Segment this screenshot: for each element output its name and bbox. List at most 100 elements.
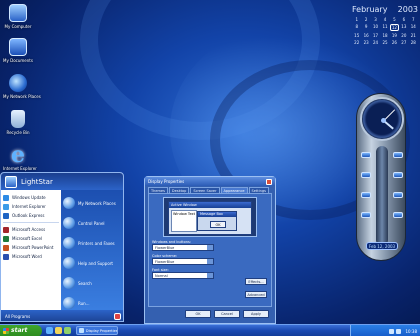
start-item-search[interactable]: Search xyxy=(63,273,123,293)
start-item-network-places[interactable]: My Network Places xyxy=(63,193,123,213)
access-icon xyxy=(3,226,9,233)
dialog-title-bar[interactable]: Display Properties xyxy=(145,177,275,186)
windows-buttons-select[interactable]: FlowerBlue xyxy=(152,244,214,251)
start-button[interactable]: start xyxy=(0,324,42,336)
folder-icon[interactable] xyxy=(55,327,62,334)
calendar-day[interactable]: 15 xyxy=(352,33,361,38)
gadget-tube xyxy=(376,146,388,246)
preview-message-box: Message Box OK xyxy=(197,211,237,231)
all-programs-button[interactable]: All Programs xyxy=(5,314,30,319)
preview-window-title: Active Window xyxy=(169,202,251,208)
gadget-button[interactable] xyxy=(361,192,371,198)
color-scheme-select[interactable]: FlowerBlue xyxy=(152,258,214,265)
chevron-down-icon xyxy=(207,245,213,250)
calendar-day[interactable]: 14 xyxy=(409,24,418,31)
clock-gadget[interactable]: Feb 12, 2003 xyxy=(356,93,406,261)
calendar-day[interactable]: 28 xyxy=(409,40,418,45)
calendar-day[interactable]: 9 xyxy=(361,24,370,31)
start-item-outlook-express[interactable]: Outlook Express xyxy=(3,211,59,220)
calendar-day[interactable]: 23 xyxy=(361,40,370,45)
start-item-windows-update[interactable]: Windows Update xyxy=(3,193,59,202)
calendar-day[interactable]: 24 xyxy=(371,40,380,45)
close-icon[interactable] xyxy=(266,178,272,185)
color-scheme-field: Color scheme: FlowerBlue xyxy=(152,254,268,265)
calendar-day[interactable]: 27 xyxy=(399,40,408,45)
chevron-down-icon xyxy=(207,273,213,278)
calendar-day[interactable]: 3 xyxy=(371,17,380,22)
calendar-day[interactable]: 16 xyxy=(361,33,370,38)
gadget-button[interactable] xyxy=(361,172,371,178)
apply-button[interactable]: Apply xyxy=(243,310,269,318)
calendar-day-today[interactable]: 12 xyxy=(389,24,400,31)
start-item-powerpoint[interactable]: Microsoft PowerPoint xyxy=(3,243,59,252)
calendar-day[interactable]: 17 xyxy=(371,33,380,38)
desktop-icon-recycle-bin[interactable]: Recycle Bin xyxy=(3,110,33,135)
calendar-day[interactable]: 7 xyxy=(409,17,418,22)
desktop-icon-my-computer[interactable]: My Computer xyxy=(3,4,33,29)
start-item-help[interactable]: Help and Support xyxy=(63,253,123,273)
internet-explorer-icon[interactable] xyxy=(46,327,53,334)
desktop-icon-internet-explorer[interactable]: e Internet Explorer xyxy=(3,142,37,171)
calendar-day[interactable]: 8 xyxy=(352,24,361,31)
desktop-icon-my-documents[interactable]: My Documents xyxy=(3,38,33,63)
calendar-day[interactable]: 13 xyxy=(399,24,408,31)
gadget-button[interactable] xyxy=(393,212,403,218)
search-icon xyxy=(63,277,75,289)
calendar-day[interactable]: 2 xyxy=(361,17,370,22)
cancel-button[interactable]: Cancel xyxy=(214,310,240,318)
start-item-excel[interactable]: Microsoft Excel xyxy=(3,234,59,243)
tray-clock[interactable]: 10:38 xyxy=(405,329,417,334)
ok-button[interactable]: OK xyxy=(185,310,211,318)
desktop-icon-my-network-places[interactable]: My Network Places xyxy=(3,74,41,99)
calendar-day[interactable]: 11 xyxy=(380,24,389,31)
start-item-word[interactable]: Microsoft Word xyxy=(3,252,59,261)
run-icon xyxy=(63,297,75,309)
taskbar: start Display Properties 10:38 xyxy=(0,324,420,336)
calendar-day[interactable]: 18 xyxy=(380,33,389,38)
calendar-day[interactable]: 22 xyxy=(352,40,361,45)
start-menu[interactable]: LightStar Windows Update Internet Explor… xyxy=(0,172,124,322)
network-tray-icon[interactable] xyxy=(396,328,402,334)
calendar-day[interactable]: 25 xyxy=(380,40,389,45)
documents-icon xyxy=(9,38,27,56)
gadget-button[interactable] xyxy=(361,152,371,158)
separator xyxy=(3,222,59,223)
dialog-buttons: OK Cancel Apply xyxy=(185,310,272,318)
gadget-button[interactable] xyxy=(361,212,371,218)
start-item-control-panel[interactable]: Control Panel xyxy=(63,213,123,233)
quick-launch xyxy=(46,327,73,334)
gadget-button[interactable] xyxy=(393,172,403,178)
calendar-day[interactable]: 20 xyxy=(399,33,408,38)
volume-icon[interactable] xyxy=(389,328,395,334)
calendar-day[interactable]: 5 xyxy=(390,17,399,22)
internet-explorer-icon: e xyxy=(11,142,25,168)
calendar-day[interactable]: 26 xyxy=(390,40,399,45)
desktop-icon-label: My Computer xyxy=(4,24,32,29)
calendar-day[interactable]: 19 xyxy=(390,33,399,38)
gadget-button[interactable] xyxy=(393,192,403,198)
calendar-day[interactable]: 6 xyxy=(399,17,408,22)
internet-explorer-icon xyxy=(3,203,9,210)
start-item-access[interactable]: Microsoft Access xyxy=(3,225,59,234)
calendar-month: February xyxy=(352,5,388,14)
shutdown-icon[interactable] xyxy=(114,313,121,320)
preview-active-window: Active Window Window Text Message Box OK xyxy=(168,201,252,235)
printer-icon xyxy=(63,237,75,249)
font-size-select[interactable]: Normal xyxy=(152,272,214,279)
taskbar-task-display-properties[interactable]: Display Properties xyxy=(76,326,118,335)
gadget-button[interactable] xyxy=(393,152,403,158)
powerpoint-icon xyxy=(3,244,9,251)
media-player-icon[interactable] xyxy=(64,327,71,334)
advanced-button[interactable]: Advanced xyxy=(245,291,267,298)
calendar-day[interactable]: 4 xyxy=(380,17,389,22)
desktop-icon-label: Recycle Bin xyxy=(6,130,30,135)
windows-update-icon xyxy=(3,194,9,201)
calendar-day[interactable]: 21 xyxy=(409,33,418,38)
start-item-printers[interactable]: Printers and Faxes xyxy=(63,233,123,253)
display-properties-dialog[interactable]: Display Properties Themes Desktop Screen… xyxy=(144,176,276,324)
calendar-widget[interactable]: February 2003 1 2 3 4 5 6 7 8 9 10 11 12 13 14 15 16 17 1… xyxy=(352,5,418,45)
start-item-internet-explorer[interactable]: Internet Explorer xyxy=(3,202,59,211)
calendar-day[interactable]: 10 xyxy=(371,24,380,31)
effects-button[interactable]: Effects... xyxy=(245,278,267,285)
calendar-day[interactable]: 1 xyxy=(352,17,361,22)
